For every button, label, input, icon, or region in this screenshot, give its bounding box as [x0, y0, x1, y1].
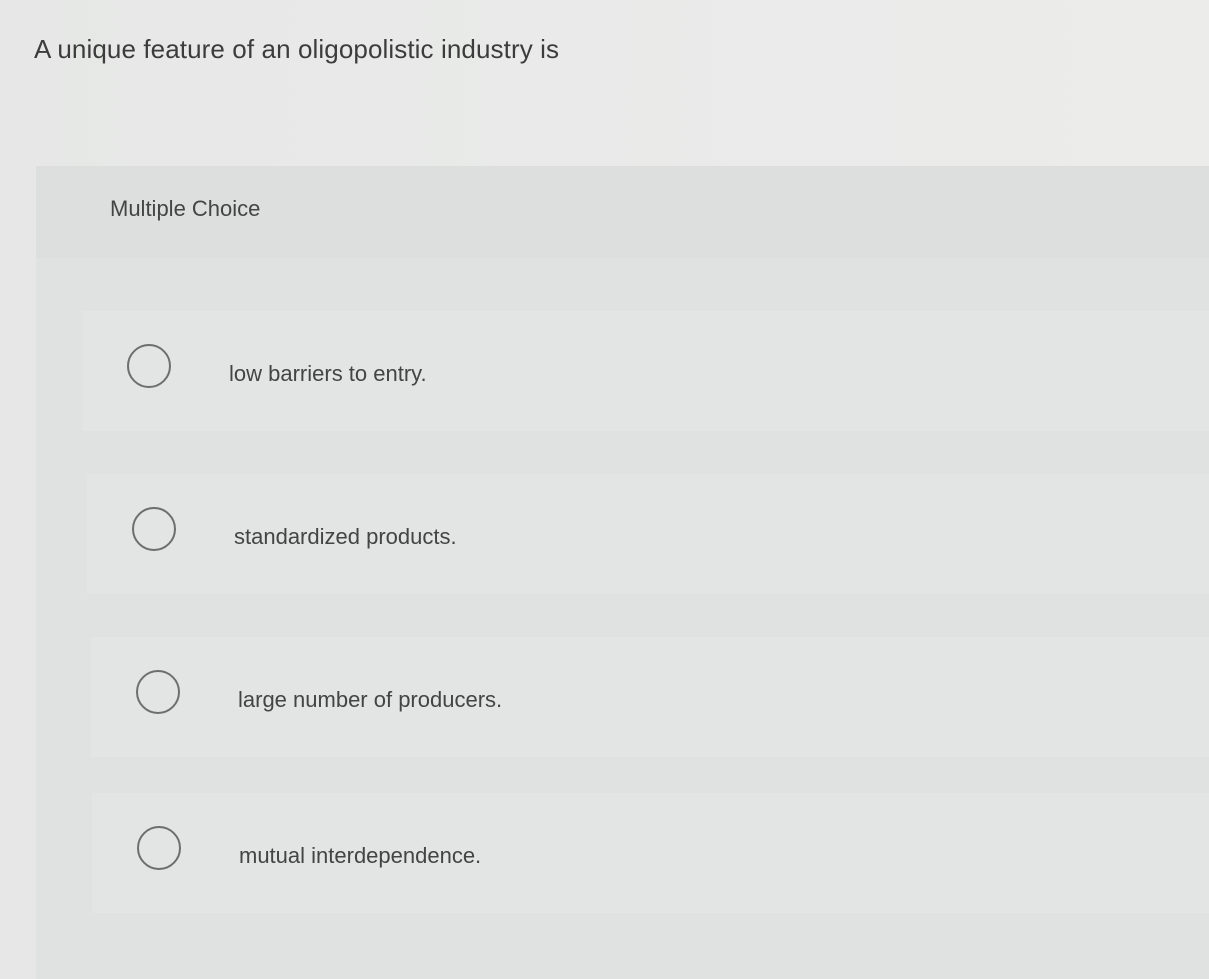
option-label: standardized products. [234, 524, 457, 549]
radio-circle-icon[interactable] [132, 507, 176, 551]
panel-header: Multiple Choice [36, 166, 1209, 258]
radio-circle-icon[interactable] [127, 344, 171, 388]
option-label: large number of producers. [238, 687, 503, 712]
option-large-number-of-producers[interactable]: large number of producers. [91, 637, 1209, 757]
radio-circle-icon[interactable] [137, 826, 181, 870]
option-standardized-products[interactable]: standardized products. [87, 474, 1209, 594]
option-label: mutual interdependence. [239, 843, 482, 868]
radio-circle-icon[interactable] [136, 670, 180, 714]
question-text: A unique feature of an oligopolistic ind… [34, 34, 560, 64]
option-low-barriers[interactable]: low barriers to entry. [82, 311, 1209, 431]
multiple-choice-panel: Multiple Choice low barriers to entry. s… [36, 166, 1209, 979]
option-label: low barriers to entry. [229, 361, 427, 386]
option-mutual-interdependence[interactable]: mutual interdependence. [92, 793, 1209, 913]
panel-title: Multiple Choice [110, 196, 261, 221]
